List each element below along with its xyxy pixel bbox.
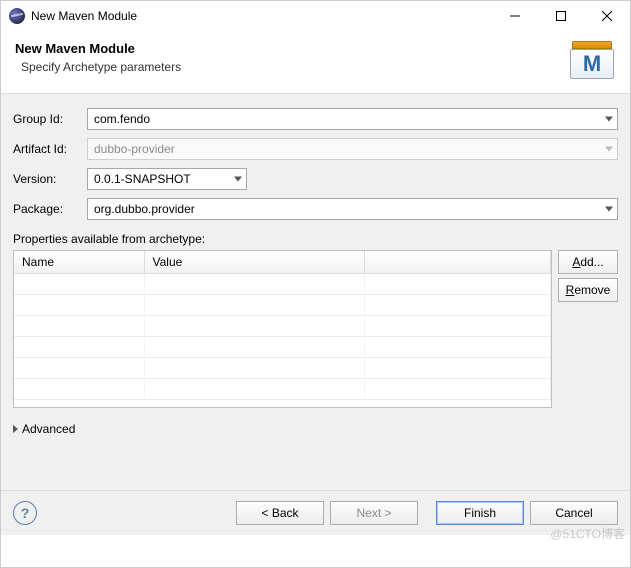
table-row[interactable] <box>14 315 551 336</box>
wizard-content: Group Id: com.fendo Artifact Id: dubbo-p… <box>1 94 630 446</box>
chevron-down-icon <box>605 147 613 152</box>
column-value[interactable]: Value <box>144 251 364 273</box>
package-field[interactable]: org.dubbo.provider <box>87 198 618 220</box>
page-title: New Maven Module <box>15 41 568 56</box>
expand-icon <box>13 425 18 433</box>
properties-section-label: Properties available from archetype: <box>13 232 618 246</box>
version-label: Version: <box>13 172 81 186</box>
eclipse-icon <box>9 8 25 24</box>
properties-table[interactable]: Name Value <box>13 250 552 408</box>
artifact-id-label: Artifact Id: <box>13 142 81 156</box>
next-button: Next > <box>330 501 418 525</box>
wizard-header: New Maven Module Specify Archetype param… <box>1 31 630 94</box>
title-bar: New Maven Module <box>1 1 630 31</box>
remove-button[interactable]: Remove <box>558 278 618 302</box>
package-label: Package: <box>13 202 81 216</box>
group-id-label: Group Id: <box>13 112 81 126</box>
table-row[interactable] <box>14 294 551 315</box>
chevron-down-icon <box>234 177 242 182</box>
group-id-field[interactable]: com.fendo <box>87 108 618 130</box>
cancel-button[interactable]: Cancel <box>530 501 618 525</box>
maximize-button[interactable] <box>538 1 584 31</box>
version-field[interactable]: 0.0.1-SNAPSHOT <box>87 168 247 190</box>
add-button[interactable]: Add... <box>558 250 618 274</box>
chevron-down-icon <box>605 117 613 122</box>
wizard-button-bar: ? < Back Next > Finish Cancel <box>1 490 630 535</box>
page-subtitle: Specify Archetype parameters <box>21 60 568 74</box>
table-row[interactable] <box>14 273 551 294</box>
chevron-down-icon <box>605 207 613 212</box>
table-row[interactable] <box>14 378 551 399</box>
maven-icon: M <box>568 41 616 81</box>
column-spacer <box>364 251 551 273</box>
column-name[interactable]: Name <box>14 251 144 273</box>
artifact-id-field: dubbo-provider <box>87 138 618 160</box>
table-row[interactable] <box>14 336 551 357</box>
advanced-toggle[interactable]: Advanced <box>13 422 618 436</box>
table-row[interactable] <box>14 357 551 378</box>
window-title: New Maven Module <box>31 9 137 23</box>
finish-button[interactable]: Finish <box>436 501 524 525</box>
help-button[interactable]: ? <box>13 501 37 525</box>
close-button[interactable] <box>584 1 630 31</box>
minimize-button[interactable] <box>492 1 538 31</box>
back-button[interactable]: < Back <box>236 501 324 525</box>
